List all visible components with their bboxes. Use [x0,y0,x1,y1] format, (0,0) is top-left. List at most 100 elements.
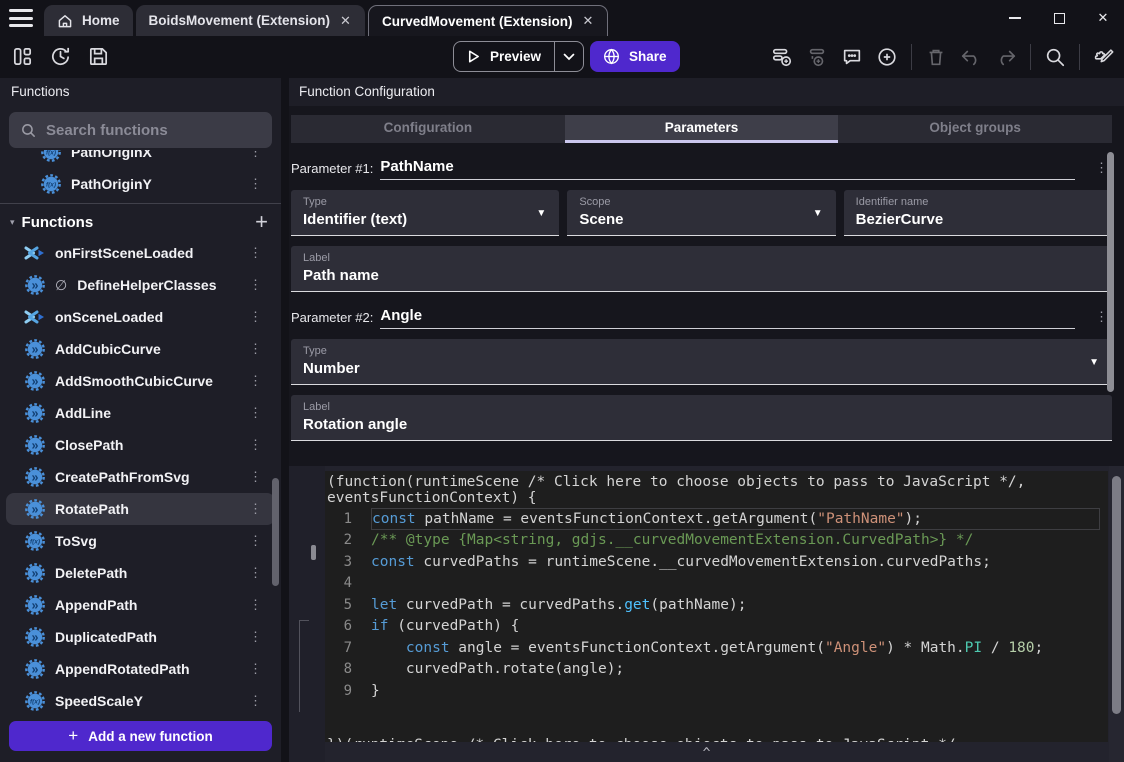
event-drag-handle[interactable] [311,545,316,560]
preview-button[interactable]: Preview [454,42,554,71]
tab-boidsmovement-extension[interactable]: BoidsMovement (Extension)✕ [136,5,365,36]
function-item-onfirstsceneloaded[interactable]: onFirstSceneLoaded⋮ [6,237,275,269]
code-wrapper-header[interactable]: (function(runtimeScene /* Click here to … [325,471,1108,508]
search-input[interactable] [46,122,261,139]
search-box[interactable] [9,112,272,148]
function-item-pathoriginx[interactable]: f(x)PathOriginX⋮ [6,150,275,168]
item-menu-icon[interactable]: ⋮ [246,341,265,357]
field-value: Number [303,360,1100,377]
add-new-function-button[interactable]: + Add a new function [9,721,272,751]
tab-strip: HomeBoidsMovement (Extension)✕CurvedMove… [44,0,608,36]
expression-function-icon: f(x) [41,174,61,194]
collapse-caret-icon[interactable]: ^ [703,746,711,761]
function-item-onsceneloaded[interactable]: onSceneLoaded⋮ [6,301,275,333]
redo-icon[interactable] [995,46,1017,68]
sidebar-scrollbar[interactable] [272,478,279,586]
item-menu-icon[interactable]: ⋮ [246,309,265,325]
input-label[interactable]: LabelPath name [291,246,1112,292]
action-icon: » [24,435,46,455]
code-line-4[interactable]: 4 [325,573,1108,595]
select-type[interactable]: TypeNumber▼ [291,339,1112,385]
config-tab-object-groups[interactable]: Object groups [838,115,1112,143]
code-line-8[interactable]: 8 curvedPath.rotate(angle); [325,659,1108,681]
item-menu-icon[interactable]: ⋮ [246,469,265,485]
item-menu-icon[interactable]: ⋮ [246,629,265,645]
svg-text:f(x): f(x) [30,539,40,546]
add-function-icon[interactable]: + [255,212,268,232]
history-icon[interactable] [49,45,72,68]
preview-dropdown-button[interactable] [554,42,583,71]
function-item-tosvg[interactable]: f(x)ToSvg⋮ [6,525,275,557]
code-line-2[interactable]: 2/** @type {Map<string, gdjs.__curvedMov… [325,530,1108,552]
input-identifier-name[interactable]: Identifier nameBezierCurve [844,190,1112,236]
functions-section-header[interactable]: ▾ Functions + [0,207,281,237]
item-menu-icon[interactable]: ⋮ [246,693,265,709]
function-item-rotatepath[interactable]: »RotatePath⋮ [6,493,275,525]
function-item-duplicatedpath[interactable]: »DuplicatedPath⋮ [6,621,275,653]
item-menu-icon[interactable]: ⋮ [246,501,265,517]
code-line-6[interactable]: 6if (curvedPath) { [325,616,1108,638]
function-item-pathoriginy[interactable]: f(x)PathOriginY⋮ [6,168,275,200]
parameter-name-input[interactable]: PathName [380,158,1075,180]
add-circle-icon[interactable] [876,46,898,68]
item-menu-icon[interactable]: ⋮ [246,150,265,160]
code-line-3[interactable]: 3const curvedPaths = runtimeScene.__curv… [325,551,1108,573]
function-item-addsmoothcubiccurve[interactable]: »AddSmoothCubicCurve⋮ [6,365,275,397]
edit-extension-icon[interactable] [1093,46,1115,68]
function-item-speedscaley[interactable]: f(x)SpeedScaleY⋮ [6,685,275,715]
save-icon[interactable] [87,45,110,68]
function-item-definehelperclasses[interactable]: »∅DefineHelperClasses⋮ [6,269,275,301]
select-scope[interactable]: ScopeScene▼ [567,190,835,236]
tab-home[interactable]: Home [44,5,133,36]
maximize-icon[interactable] [1052,11,1066,25]
code-scrollbar[interactable] [1112,476,1121,714]
add-event-icon[interactable] [771,46,793,68]
tab-close-icon[interactable]: ✕ [339,11,352,31]
item-menu-icon[interactable]: ⋮ [246,597,265,613]
function-item-createpathfromsvg[interactable]: »CreatePathFromSvg⋮ [6,461,275,493]
add-sub-event-icon[interactable] [806,46,828,68]
parameter-name-input[interactable]: Angle [380,307,1075,329]
input-label[interactable]: LabelRotation angle [291,395,1112,441]
undo-icon[interactable] [960,46,982,68]
minimize-icon[interactable] [1008,11,1022,25]
parameters-scrollbar[interactable] [1107,152,1114,392]
close-icon[interactable]: ✕ [1096,11,1110,25]
js-code-editor[interactable]: (function(runtimeScene /* Click here to … [325,471,1108,742]
parameter-fields-row: TypeIdentifier (text)▼ScopeScene▼Identif… [291,190,1112,236]
main-menu-icon[interactable] [9,9,33,27]
item-menu-icon[interactable]: ⋮ [246,373,265,389]
select-type[interactable]: TypeIdentifier (text)▼ [291,190,559,236]
function-item-addline[interactable]: »AddLine⋮ [6,397,275,429]
function-item-appendrotatedpath[interactable]: »AppendRotatedPath⋮ [6,653,275,685]
dropdown-arrow-icon: ▼ [813,208,823,219]
function-item-closepath[interactable]: »ClosePath⋮ [6,429,275,461]
item-menu-icon[interactable]: ⋮ [246,565,265,581]
chevron-down-icon [563,53,575,61]
item-menu-icon[interactable]: ⋮ [246,176,265,192]
code-line-9[interactable]: 9} [325,680,1108,702]
item-menu-icon[interactable]: ⋮ [246,533,265,549]
add-comment-icon[interactable] [841,46,863,68]
tab-close-icon[interactable]: ✕ [581,11,594,31]
config-tab-configuration[interactable]: Configuration [291,115,565,143]
code-line-7[interactable]: 7 const angle = eventsFunctionContext.ge… [325,637,1108,659]
search-icon[interactable] [1044,46,1066,68]
item-menu-icon[interactable]: ⋮ [246,437,265,453]
action-icon: » [24,371,46,391]
function-item-deletepath[interactable]: »DeletePath⋮ [6,557,275,589]
code-footer-line[interactable]: })(runtimeScene /* Click here to choose … [327,737,1108,743]
config-tab-parameters[interactable]: Parameters [565,115,839,143]
item-menu-icon[interactable]: ⋮ [246,661,265,677]
function-item-addcubiccurve[interactable]: »AddCubicCurve⋮ [6,333,275,365]
projects-panel-icon[interactable] [11,45,34,68]
item-menu-icon[interactable]: ⋮ [246,405,265,421]
code-line-5[interactable]: 5let curvedPath = curvedPaths.get(pathNa… [325,594,1108,616]
delete-icon[interactable] [925,46,947,68]
function-item-appendpath[interactable]: »AppendPath⋮ [6,589,275,621]
share-button[interactable]: Share [590,41,680,72]
item-menu-icon[interactable]: ⋮ [246,245,265,261]
code-line-1[interactable]: 1const pathName = eventsFunctionContext.… [325,508,1108,530]
item-menu-icon[interactable]: ⋮ [246,277,265,293]
tab-curvedmovement-extension[interactable]: CurvedMovement (Extension)✕ [368,5,608,36]
